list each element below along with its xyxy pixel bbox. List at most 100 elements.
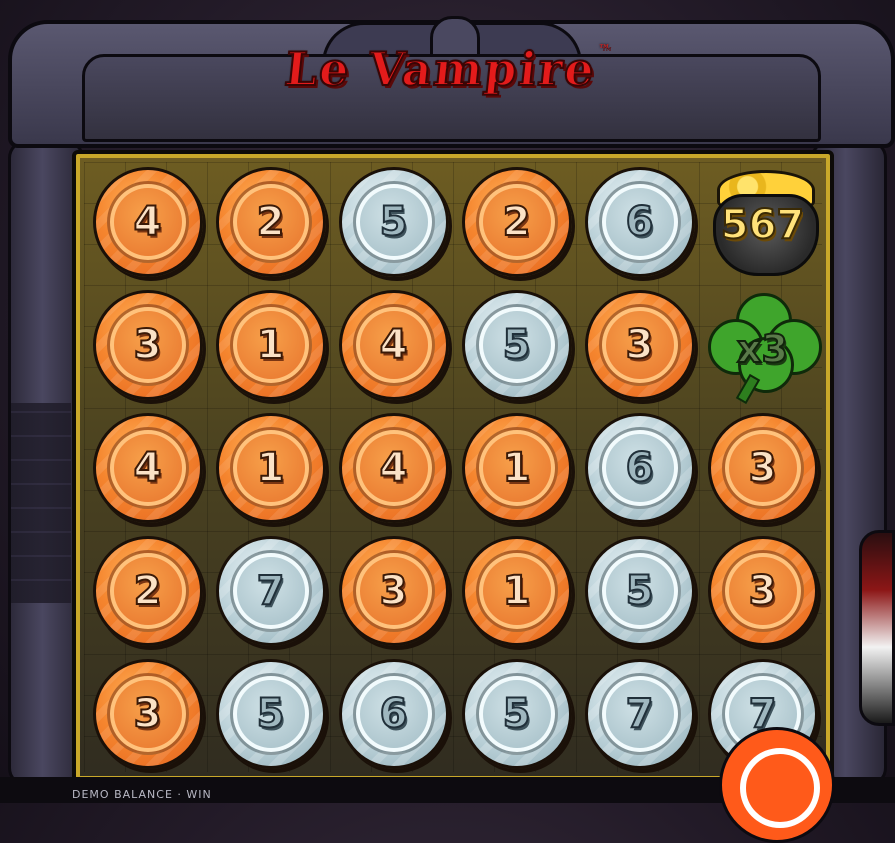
game-title: Le Vampire bbox=[281, 41, 599, 97]
coin-face: 2 bbox=[106, 549, 189, 632]
silver-coin-icon: 6 bbox=[338, 658, 449, 769]
coin-value: 3 bbox=[625, 321, 655, 368]
coin-face: 3 bbox=[106, 672, 189, 755]
coin-value: 7 bbox=[256, 567, 286, 614]
symbol-grid: 4 2 5 2 6 567 3 1 4 5 3 x3 4 1 4 1 6 3 2 7 3 1 5 3 3 5 6 5 7 7 bbox=[86, 160, 826, 775]
pot-of-gold-icon: 567 bbox=[707, 166, 819, 278]
coin-face: 5 bbox=[598, 549, 681, 632]
copper-coin-icon: 3 bbox=[707, 412, 818, 523]
coin-value: 1 bbox=[502, 567, 532, 614]
coin-face: 6 bbox=[598, 426, 681, 509]
grid-cell: 567 bbox=[701, 160, 824, 283]
grid-cell: 5 bbox=[332, 160, 455, 283]
coin-value: 5 bbox=[502, 321, 532, 368]
coin-value: 5 bbox=[256, 690, 286, 737]
coin-face: 5 bbox=[352, 180, 435, 263]
coin-value: 5 bbox=[379, 198, 409, 245]
grid-cell: 3 bbox=[701, 529, 824, 652]
coin-face: 6 bbox=[598, 180, 681, 263]
copper-coin-icon: 3 bbox=[92, 658, 203, 769]
coin-value: 1 bbox=[256, 444, 286, 491]
grid-cell: 3 bbox=[332, 529, 455, 652]
coin-face: 4 bbox=[106, 426, 189, 509]
grid-cell: 4 bbox=[86, 160, 209, 283]
grid-cell: 2 bbox=[209, 160, 332, 283]
silver-coin-icon: 7 bbox=[215, 535, 326, 646]
pot-value: 567 bbox=[720, 201, 806, 249]
copper-coin-icon: 3 bbox=[92, 289, 203, 400]
coin-value: 2 bbox=[133, 567, 163, 614]
coin-face: 3 bbox=[721, 549, 804, 632]
grid-cell: 3 bbox=[701, 406, 824, 529]
coin-value: 4 bbox=[133, 198, 163, 245]
coin-value: 1 bbox=[502, 444, 532, 491]
grid-cell: 3 bbox=[86, 652, 209, 775]
brick-wall bbox=[11, 403, 71, 603]
grid-cell: 4 bbox=[332, 406, 455, 529]
coin-value: 3 bbox=[133, 690, 163, 737]
silver-coin-icon: 5 bbox=[584, 535, 695, 646]
coin-face: 5 bbox=[475, 303, 558, 386]
multiplier-value: x3 bbox=[736, 326, 789, 372]
coin-value: 4 bbox=[379, 444, 409, 491]
silver-coin-icon: 5 bbox=[215, 658, 326, 769]
coin-value: 3 bbox=[133, 321, 163, 368]
coin-value: 5 bbox=[502, 690, 532, 737]
coin-value: 4 bbox=[133, 444, 163, 491]
copper-coin-icon: 4 bbox=[338, 289, 449, 400]
grid-cell: 6 bbox=[332, 652, 455, 775]
coin-value: 1 bbox=[256, 321, 286, 368]
coin-value: 4 bbox=[379, 321, 409, 368]
coin-value: 6 bbox=[379, 690, 409, 737]
grid-cell: 1 bbox=[455, 529, 578, 652]
copper-coin-icon: 4 bbox=[92, 412, 203, 523]
copper-coin-icon: 3 bbox=[338, 535, 449, 646]
coin-face: 3 bbox=[598, 303, 681, 386]
coin-face: 1 bbox=[475, 426, 558, 509]
game-stage: Le Vampire™ 4 2 5 2 6 567 3 1 4 5 3 x3 4 1 4 1 6 3 2 7 3 1 5 3 3… bbox=[0, 0, 895, 843]
copper-coin-icon: 1 bbox=[215, 289, 326, 400]
silver-coin-icon: 7 bbox=[584, 658, 695, 769]
copper-coin-icon: 2 bbox=[92, 535, 203, 646]
spin-button[interactable] bbox=[719, 727, 835, 843]
coin-value: 2 bbox=[256, 198, 286, 245]
copper-coin-icon: 1 bbox=[215, 412, 326, 523]
grid-cell: 5 bbox=[455, 652, 578, 775]
grid-cell: 4 bbox=[86, 406, 209, 529]
grid-cell: 7 bbox=[209, 529, 332, 652]
coin-value: 3 bbox=[748, 444, 778, 491]
copper-coin-icon: 1 bbox=[461, 412, 572, 523]
grid-cell: 1 bbox=[455, 406, 578, 529]
silver-coin-icon: 5 bbox=[338, 166, 449, 277]
silver-coin-icon: 5 bbox=[461, 289, 572, 400]
grid-cell: 5 bbox=[455, 283, 578, 406]
grid-cell: 2 bbox=[455, 160, 578, 283]
coin-face: 2 bbox=[229, 180, 312, 263]
copper-coin-icon: 4 bbox=[338, 412, 449, 523]
silver-coin-icon: 5 bbox=[461, 658, 572, 769]
coin-value: 3 bbox=[379, 567, 409, 614]
grid-cell: 5 bbox=[578, 529, 701, 652]
coin-face: 5 bbox=[229, 672, 312, 755]
copper-coin-icon: 2 bbox=[461, 166, 572, 277]
coin-face: 2 bbox=[475, 180, 558, 263]
grid-cell: x3 bbox=[701, 283, 824, 406]
grid-cell: 6 bbox=[578, 160, 701, 283]
grid-cell: 1 bbox=[209, 283, 332, 406]
coin-value: 6 bbox=[625, 198, 655, 245]
grid-cell: 7 bbox=[578, 652, 701, 775]
grid-cell: 5 bbox=[209, 652, 332, 775]
clover-multiplier-icon: x3 bbox=[704, 289, 822, 404]
trademark-symbol: ™ bbox=[597, 42, 613, 56]
copper-coin-icon: 3 bbox=[707, 535, 818, 646]
coin-face: 5 bbox=[475, 672, 558, 755]
coin-face: 3 bbox=[721, 426, 804, 509]
coin-value: 7 bbox=[625, 690, 655, 737]
copper-coin-icon: 4 bbox=[92, 166, 203, 277]
coin-face: 4 bbox=[352, 426, 435, 509]
coin-face: 6 bbox=[352, 672, 435, 755]
copper-coin-icon: 2 bbox=[215, 166, 326, 277]
grid-cell: 4 bbox=[332, 283, 455, 406]
coin-face: 4 bbox=[106, 180, 189, 263]
coin-face: 4 bbox=[352, 303, 435, 386]
